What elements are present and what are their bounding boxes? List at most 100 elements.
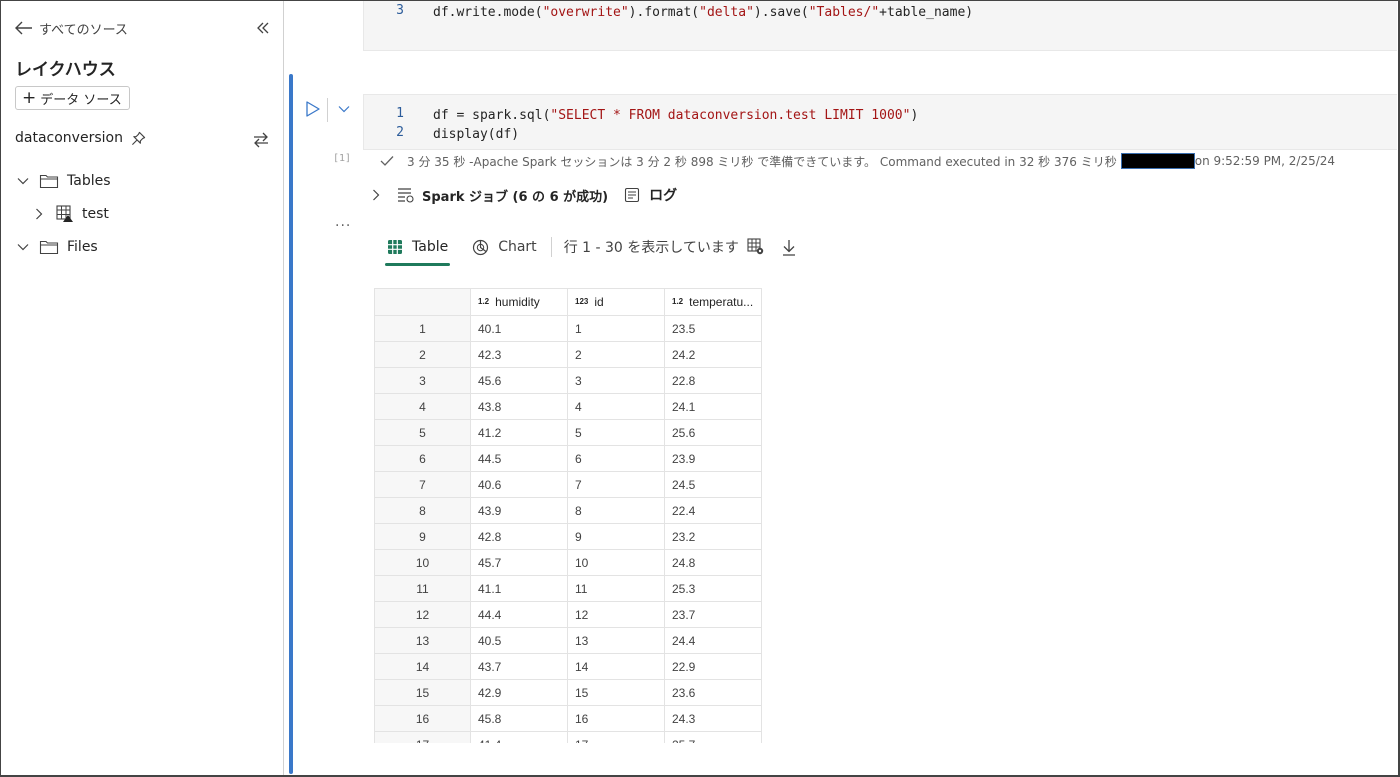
table-cell: 40.1	[470, 315, 568, 342]
tab-table-label: Table	[412, 239, 449, 255]
delta-table-icon	[56, 205, 73, 222]
table-cell: 5	[567, 419, 665, 446]
table-cell: 25.6	[664, 419, 762, 446]
table-cell: 22.8	[664, 367, 762, 394]
table-cell: 42.9	[470, 679, 568, 706]
status-timestamp: on 9:52:59 PM, 2/25/24	[1194, 154, 1336, 168]
table-row[interactable]: 12 44.4 12 23.7	[374, 601, 762, 628]
output-view-tabs: Table Chart 行 1 - 30 を表示しています	[385, 230, 800, 266]
table-cell: 3	[567, 367, 665, 394]
column-header[interactable]: 123 id	[567, 288, 665, 316]
table-row[interactable]: 15 42.9 15 23.6	[374, 679, 762, 706]
table-row[interactable]: 7 40.6 7 24.5	[374, 471, 762, 498]
table-row[interactable]: 1741.41725.7	[374, 731, 762, 743]
execution-status: 3 分 35 秒 -Apache Spark セッションは 3 分 2 秒 89…	[380, 152, 1335, 170]
tab-chart[interactable]: Chart	[470, 230, 538, 264]
row-index-cell: 6	[374, 445, 471, 472]
table-row[interactable]: 10 45.7 10 24.8	[374, 549, 762, 576]
log-button[interactable]: ログ	[624, 185, 677, 205]
divider	[550, 237, 552, 257]
table-row[interactable]: 11 41.1 11 25.3	[374, 575, 762, 602]
previous-code-cell[interactable]: 3 df.write.mode("overwrite").format("del…	[363, 1, 1397, 51]
pin-icon[interactable]	[131, 131, 146, 146]
chevron-right-icon[interactable]	[369, 188, 383, 202]
code-line: display(df)	[433, 127, 520, 142]
table-row[interactable]: 8 43.9 8 22.4	[374, 497, 762, 524]
table-cell: 43.9	[470, 497, 568, 524]
add-datasource-button[interactable]: + データ ソース	[15, 86, 130, 110]
notebook-main: 3 df.write.mode("overwrite").format("del…	[285, 1, 1397, 775]
table-cell: 4	[567, 393, 665, 420]
chevron-right-icon	[36, 208, 43, 220]
tree-item-files-label: Files	[67, 239, 98, 255]
table-cell: 22.4	[664, 497, 762, 524]
row-index-header	[374, 288, 471, 316]
row-index-cell: 7	[374, 471, 471, 498]
table-row[interactable]: 6 44.5 6 23.9	[374, 445, 762, 472]
spark-jobs-toggle[interactable]: Spark ジョブ (6 の 6 が成功)	[397, 186, 608, 205]
tree-item-tables[interactable]: Tables	[15, 170, 111, 192]
table-cell: 40.6	[470, 471, 568, 498]
log-icon	[625, 187, 640, 203]
result-table: 1.2 humidity 123 id 1.2 temperatu... 1 40.1 1…	[374, 288, 762, 743]
table-cell: 24.1	[664, 393, 762, 420]
table-cell: 45.8	[470, 705, 568, 732]
download-icon	[782, 239, 795, 256]
table-cell: 8	[567, 497, 665, 524]
active-cell-indicator	[289, 74, 293, 774]
table-row[interactable]: 3 45.6 3 22.8	[374, 367, 762, 394]
column-header[interactable]: 1.2 humidity	[470, 288, 568, 316]
checkmark-icon	[380, 156, 394, 166]
active-code-cell[interactable]: 1 df = spark.sql("SELECT * FROM dataconv…	[363, 94, 1397, 150]
grid-icon	[388, 240, 402, 254]
table-row[interactable]: 4 43.8 4 24.1	[374, 393, 762, 420]
table-cell: 44.5	[470, 445, 568, 472]
table-row[interactable]: 13 40.5 13 24.4	[374, 627, 762, 654]
table-cell: 25.7	[664, 731, 762, 743]
table-row[interactable]: 9 42.8 9 23.2	[374, 523, 762, 550]
column-header[interactable]: 1.2 temperatu...	[664, 288, 762, 316]
download-button[interactable]	[778, 236, 800, 258]
table-row[interactable]: 16 45.8 16 24.3	[374, 705, 762, 732]
switch-lakehouse-button[interactable]	[251, 130, 271, 150]
result-table-container[interactable]: 1.2 humidity 123 id 1.2 temperatu... 1 40.1 1…	[374, 288, 762, 743]
arrow-left-icon	[15, 21, 32, 35]
more-options-icon[interactable]: ...	[335, 214, 351, 230]
decimal-type-icon: 1.2	[478, 296, 490, 306]
tree-item-test[interactable]: test	[31, 203, 109, 225]
row-index-cell: 14	[374, 653, 471, 680]
table-row[interactable]: 14 43.7 14 22.9	[374, 653, 762, 680]
pie-chart-icon	[473, 239, 489, 255]
row-index-cell: 3	[374, 367, 471, 394]
tab-table[interactable]: Table	[385, 230, 451, 266]
row-index-cell: 17	[374, 731, 471, 743]
table-cell: 10	[567, 549, 665, 576]
row-index-cell: 2	[374, 341, 471, 368]
table-row[interactable]: 5 41.2 5 25.6	[374, 419, 762, 446]
table-cell: 44.4	[470, 601, 568, 628]
folder-icon	[39, 240, 59, 255]
chevron-down-icon[interactable]	[337, 102, 351, 116]
back-to-all-sources[interactable]: すべてのソース	[15, 17, 128, 39]
tab-chart-label: Chart	[498, 239, 537, 255]
table-row[interactable]: 2 42.3 2 24.2	[374, 341, 762, 368]
divider	[327, 98, 328, 122]
run-cell-icon[interactable]	[305, 100, 321, 118]
tree-item-files[interactable]: Files	[15, 236, 98, 258]
table-cell: 6	[567, 445, 665, 472]
table-row[interactable]: 1 40.1 1 23.5	[374, 315, 762, 342]
table-cell: 24.3	[664, 705, 762, 732]
table-cell: 40.5	[470, 627, 568, 654]
explorer-sidebar: すべてのソース レイクハウス + データ ソース dataconversion …	[1, 1, 284, 775]
collapse-sidebar-button[interactable]	[253, 18, 273, 38]
back-label: すべてのソース	[39, 22, 128, 38]
table-cell: 43.7	[470, 653, 568, 680]
table-cell: 12	[567, 601, 665, 628]
job-list-icon	[398, 188, 414, 203]
table-cell: 13	[567, 627, 665, 654]
table-cell: 24.5	[664, 471, 762, 498]
spark-jobs-row: Spark ジョブ (6 の 6 が成功) ログ	[369, 184, 677, 206]
table-cell: 2	[567, 341, 665, 368]
execution-count: [1]	[333, 153, 352, 164]
table-settings-button[interactable]	[745, 236, 767, 258]
